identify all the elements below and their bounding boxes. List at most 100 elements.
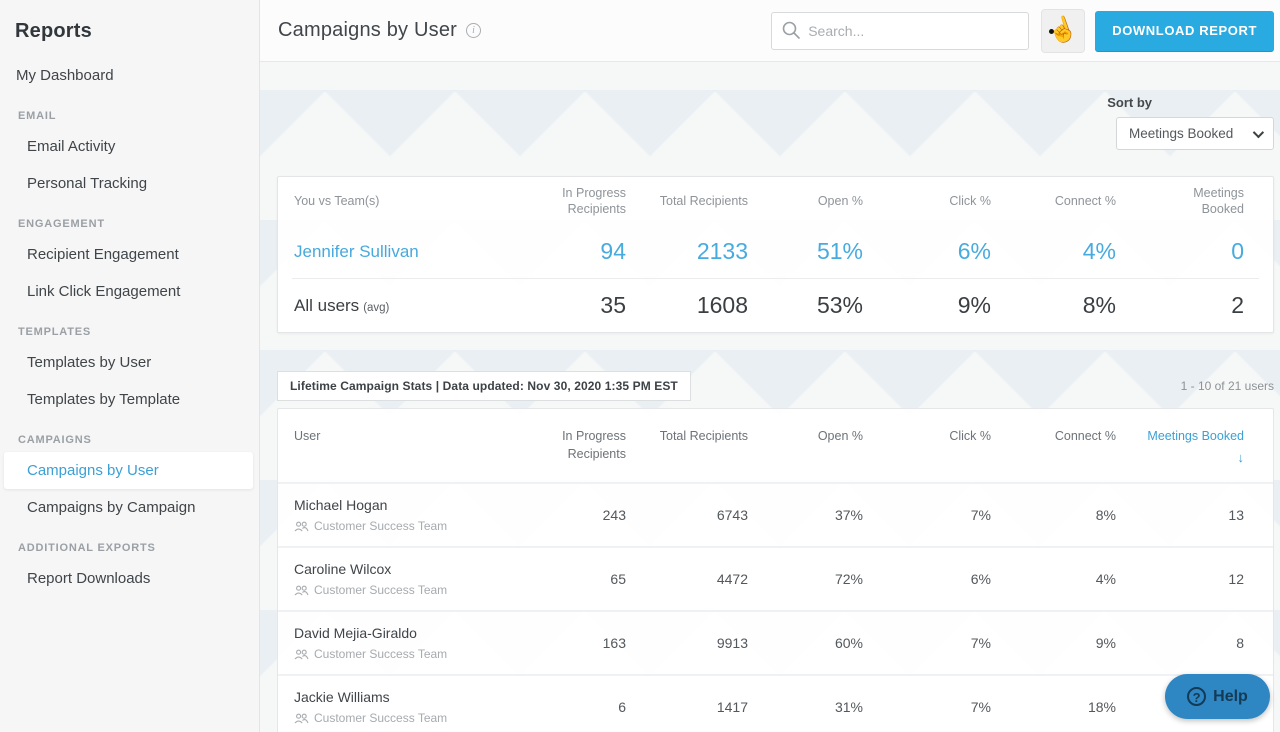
search-box — [771, 12, 1029, 50]
meetings-value: 13 — [1116, 507, 1273, 523]
top-bar: Campaigns by User i ☝ DOWNLOAD REPORT — [260, 0, 1280, 62]
you-total-recipients-value: 2133 — [626, 238, 748, 265]
filter-button[interactable]: ☝ — [1041, 9, 1085, 53]
meetings-value: 8 — [1116, 635, 1273, 651]
table-row-caroline-wilcox[interactable]: Caroline Wilcox Customer Success Team 65… — [278, 546, 1273, 610]
connect-value: 8% — [991, 507, 1116, 523]
summary-col-in-progress: In Progress Recipients — [504, 185, 626, 218]
col-meetings-booked-sorted[interactable]: Meetings Booked ↓ — [1116, 409, 1273, 468]
user-team: Customer Success Team — [294, 583, 504, 597]
you-connect-value: 4% — [991, 238, 1116, 265]
table-header-row: User In Progress Recipients Total Recipi… — [278, 409, 1273, 482]
user-team: Customer Success Team — [294, 647, 504, 661]
you-in-progress-value: 94 — [504, 238, 626, 265]
info-icon[interactable]: i — [466, 23, 481, 38]
col-total-recipients[interactable]: Total Recipients — [626, 409, 748, 445]
click-value: 7% — [863, 635, 991, 651]
sidebar: Reports My Dashboard EMAIL Email Activit… — [0, 0, 260, 732]
open-value: 72% — [748, 571, 863, 587]
summary-col-open: Open % — [748, 194, 863, 208]
sidebar-section-additional-exports: ADDITIONAL EXPORTS — [0, 526, 259, 560]
in-progress-value: 65 — [504, 571, 626, 587]
user-cell: Caroline Wilcox Customer Success Team — [278, 561, 504, 597]
search-input[interactable] — [771, 12, 1029, 50]
summary-col-you-vs-teams: You vs Team(s) — [278, 194, 504, 208]
total-recipients-value: 1417 — [626, 699, 748, 715]
help-button[interactable]: ? Help — [1165, 674, 1270, 719]
in-progress-value: 243 — [504, 507, 626, 523]
sort-area: Sort by Meetings Booked — [277, 62, 1274, 150]
sidebar-section-templates: TEMPLATES — [0, 310, 259, 344]
you-vs-team-card: You vs Team(s) In Progress Recipients To… — [277, 176, 1274, 333]
user-name: Caroline Wilcox — [294, 561, 504, 577]
chevron-down-icon — [1253, 126, 1264, 137]
all-open-value: 53% — [748, 292, 863, 319]
team-icon — [294, 713, 309, 724]
sidebar-item-personal-tracking[interactable]: Personal Tracking — [0, 165, 259, 202]
team-icon — [294, 521, 309, 532]
click-value: 7% — [863, 699, 991, 715]
sort-select-value: Meetings Booked — [1129, 126, 1233, 141]
all-total-recipients-value: 1608 — [626, 292, 748, 319]
col-open[interactable]: Open % — [748, 409, 863, 445]
summary-user-link[interactable]: Jennifer Sullivan — [278, 242, 504, 262]
user-name: Michael Hogan — [294, 497, 504, 513]
help-label: Help — [1213, 688, 1248, 706]
you-open-value: 51% — [748, 238, 863, 265]
main-panel: Campaigns by User i ☝ DOWNLOAD REPORT — [260, 0, 1280, 732]
col-connect[interactable]: Connect % — [991, 409, 1116, 445]
open-value: 37% — [748, 507, 863, 523]
download-report-button[interactable]: DOWNLOAD REPORT — [1095, 11, 1274, 51]
summary-row-you[interactable]: Jennifer Sullivan 94 2133 51% 6% 4% 0 — [278, 225, 1273, 278]
sidebar-item-campaigns-by-user[interactable]: Campaigns by User — [4, 452, 253, 489]
col-user[interactable]: User — [278, 409, 504, 445]
all-in-progress-value: 35 — [504, 292, 626, 319]
all-users-label: All users(avg) — [278, 296, 504, 316]
campaigns-by-user-table: User In Progress Recipients Total Recipi… — [277, 408, 1274, 732]
connect-value: 4% — [991, 571, 1116, 587]
search-icon — [781, 20, 801, 45]
sort-select[interactable]: Meetings Booked — [1116, 117, 1274, 150]
col-click[interactable]: Click % — [863, 409, 991, 445]
user-team: Customer Success Team — [294, 519, 504, 533]
team-icon — [294, 585, 309, 596]
all-meetings-value: 2 — [1116, 292, 1273, 319]
user-team: Customer Success Team — [294, 711, 504, 725]
open-value: 31% — [748, 699, 863, 715]
sidebar-item-email-activity[interactable]: Email Activity — [0, 128, 259, 165]
summary-row-all-users: All users(avg) 35 1608 53% 9% 8% 2 — [278, 279, 1273, 332]
table-row-david-mejia-giraldo[interactable]: David Mejia-Giraldo Customer Success Tea… — [278, 610, 1273, 674]
summary-header-row: You vs Team(s) In Progress Recipients To… — [278, 177, 1273, 225]
page-title-wrap: Campaigns by User i — [278, 19, 481, 42]
in-progress-value: 163 — [504, 635, 626, 651]
sidebar-section-campaigns: CAMPAIGNS — [0, 418, 259, 452]
summary-col-connect: Connect % — [991, 194, 1116, 208]
sort-by-label: Sort by — [1107, 95, 1152, 110]
sidebar-item-my-dashboard[interactable]: My Dashboard — [0, 57, 259, 94]
sidebar-item-campaigns-by-campaign[interactable]: Campaigns by Campaign — [0, 489, 259, 526]
stats-bar: Lifetime Campaign Stats | Data updated: … — [277, 371, 1274, 401]
sidebar-item-templates-by-user[interactable]: Templates by User — [0, 344, 259, 381]
total-recipients-value: 4472 — [626, 571, 748, 587]
table-row-michael-hogan[interactable]: Michael Hogan Customer Success Team 243 … — [278, 482, 1273, 546]
question-circle-icon: ? — [1187, 687, 1206, 706]
table-row-jackie-williams[interactable]: Jackie Williams Customer Success Team 6 … — [278, 674, 1273, 732]
sidebar-section-engagement: ENGAGEMENT — [0, 202, 259, 236]
connect-value: 18% — [991, 699, 1116, 715]
col-in-progress[interactable]: In Progress Recipients — [504, 409, 626, 463]
you-click-value: 6% — [863, 238, 991, 265]
team-icon — [294, 649, 309, 660]
hand-cursor-icon: ☝ — [1045, 14, 1081, 46]
click-value: 7% — [863, 507, 991, 523]
sort-descending-arrow-icon[interactable]: ↓ — [1238, 449, 1245, 468]
sidebar-item-report-downloads[interactable]: Report Downloads — [0, 560, 259, 597]
in-progress-value: 6 — [504, 699, 626, 715]
summary-col-meetings: Meetings Booked — [1116, 185, 1273, 218]
user-name: Jackie Williams — [294, 689, 504, 705]
sidebar-item-recipient-engagement[interactable]: Recipient Engagement — [0, 236, 259, 273]
sidebar-item-templates-by-template[interactable]: Templates by Template — [0, 381, 259, 418]
app-window: Reports My Dashboard EMAIL Email Activit… — [0, 0, 1280, 732]
sidebar-item-link-click-engagement[interactable]: Link Click Engagement — [0, 273, 259, 310]
sidebar-section-email: EMAIL — [0, 94, 259, 128]
data-updated-chip: Lifetime Campaign Stats | Data updated: … — [277, 371, 691, 401]
